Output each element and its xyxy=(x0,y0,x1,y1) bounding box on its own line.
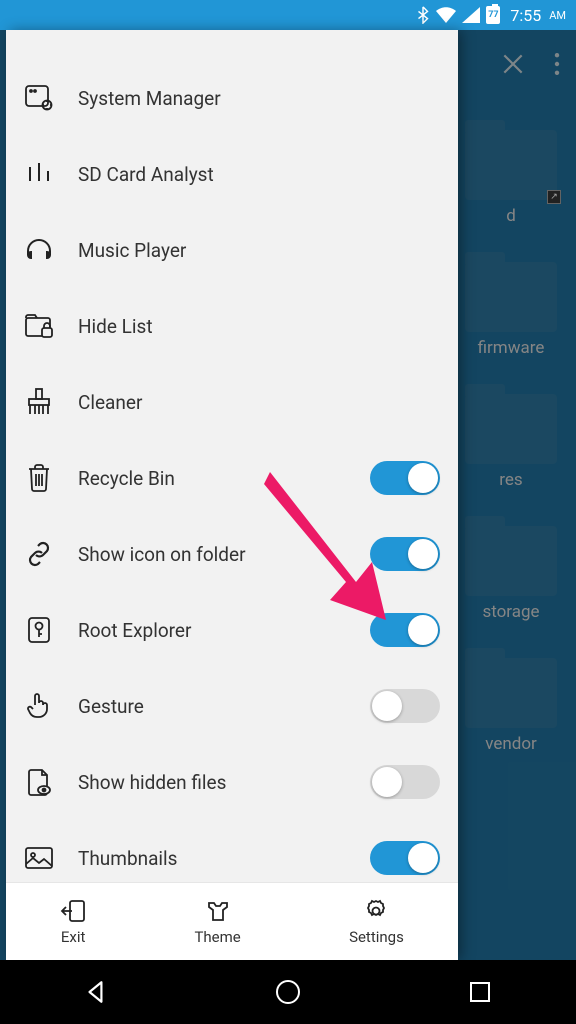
toggle-gesture[interactable] xyxy=(370,689,440,723)
exit-icon xyxy=(60,898,86,924)
settings-icon xyxy=(364,898,388,924)
drawer-item-label: Show icon on folder xyxy=(78,543,370,566)
battery-icon: 77 xyxy=(486,6,500,24)
drawer-item-label: Cleaner xyxy=(78,391,440,414)
drawer-item-thumbnails[interactable]: Thumbnails xyxy=(6,820,458,882)
android-nav-bar xyxy=(0,960,576,1024)
drawer-item-label: Thumbnails xyxy=(78,847,370,870)
drawer-item-system-manager[interactable]: System Manager xyxy=(6,60,458,136)
footer-label: Exit xyxy=(61,928,86,946)
drawer-item-music-player[interactable]: Music Player xyxy=(6,212,458,288)
link-icon xyxy=(24,539,54,569)
toggle-show-icon-on-folder[interactable] xyxy=(370,537,440,571)
toggle-recycle-bin[interactable] xyxy=(370,461,440,495)
drawer-item-label: Hide List xyxy=(78,315,440,338)
drawer-item-label: Gesture xyxy=(78,695,370,718)
key-icon xyxy=(24,615,54,645)
drawer-item-label: Music Player xyxy=(78,239,440,262)
drawer-item-cleaner[interactable]: Cleaner xyxy=(6,364,458,440)
cleaner-icon xyxy=(24,387,54,417)
clock-time: 7:55 xyxy=(510,6,541,25)
drawer-item-label: Show hidden files xyxy=(78,771,370,794)
wifi-icon xyxy=(436,7,456,23)
drawer-item-label: SD Card Analyst xyxy=(78,163,440,186)
thumbnails-icon xyxy=(24,843,54,873)
bluetooth-icon xyxy=(416,6,430,24)
footer-label: Settings xyxy=(349,928,404,946)
hide-list-icon xyxy=(24,311,54,341)
drawer-item-label: System Manager xyxy=(78,87,440,110)
toggle-show-hidden-files[interactable] xyxy=(370,765,440,799)
android-status-bar: 77 7:55 AM xyxy=(0,0,576,30)
toggle-root-explorer[interactable] xyxy=(370,613,440,647)
clock-ampm: AM xyxy=(549,9,566,22)
nav-back-button[interactable] xyxy=(1,960,191,1024)
drawer-item-show-hidden-files[interactable]: Show hidden files xyxy=(6,744,458,820)
theme-button[interactable]: Theme xyxy=(194,898,240,946)
theme-icon xyxy=(205,898,231,924)
drawer-item-hide-list[interactable]: Hide List xyxy=(6,288,458,364)
drawer-item-recycle-bin[interactable]: Recycle Bin xyxy=(6,440,458,516)
signal-icon xyxy=(462,7,480,23)
headphones-icon xyxy=(24,235,54,265)
drawer-footer: Exit Theme Settings xyxy=(6,882,458,960)
drawer-item-root-explorer[interactable]: Root Explorer xyxy=(6,592,458,668)
drawer-list: System Manager SD Card Analyst Music Pla… xyxy=(6,30,458,882)
drawer-item-show-icon-on-folder[interactable]: Show icon on folder xyxy=(6,516,458,592)
exit-button[interactable]: Exit xyxy=(60,898,86,946)
drawer-item-sd-card-analyst[interactable]: SD Card Analyst xyxy=(6,136,458,212)
hidden-file-icon xyxy=(24,767,54,797)
settings-button[interactable]: Settings xyxy=(349,898,404,946)
nav-recents-button[interactable] xyxy=(385,960,575,1024)
analyst-icon xyxy=(24,159,54,189)
footer-label: Theme xyxy=(194,928,240,946)
system-manager-icon xyxy=(24,83,54,113)
toggle-thumbnails[interactable] xyxy=(370,841,440,875)
trash-icon xyxy=(24,463,54,493)
drawer-item-gesture[interactable]: Gesture xyxy=(6,668,458,744)
gesture-icon xyxy=(24,691,54,721)
nav-home-button[interactable] xyxy=(193,960,383,1024)
drawer-item-label: Root Explorer xyxy=(78,619,370,642)
drawer-item-label: Recycle Bin xyxy=(78,467,370,490)
navigation-drawer: System Manager SD Card Analyst Music Pla… xyxy=(6,30,458,960)
